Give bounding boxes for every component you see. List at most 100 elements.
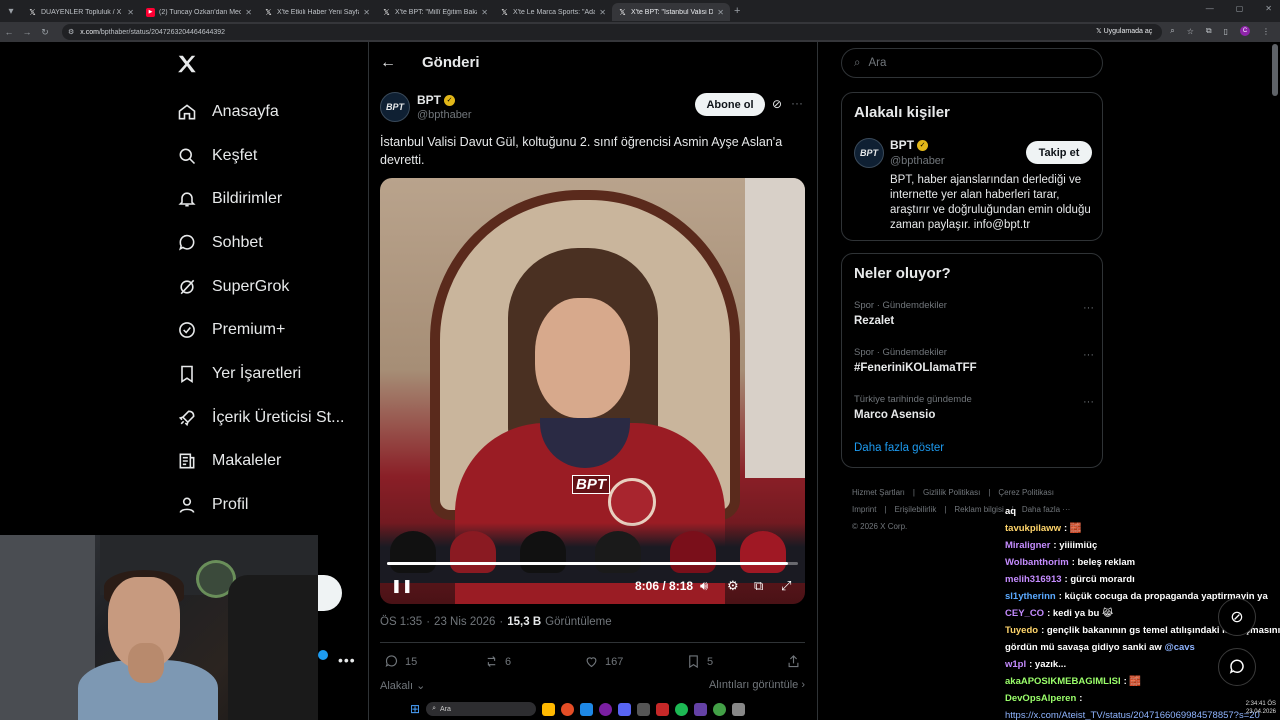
browser-tab[interactable]: 𝕏 X'te Etkili Haber Yeni Sayfa: "Ch ✕ [258, 3, 376, 21]
browser-tab[interactable]: 𝕏 X'te Le Marca Sports: "Adalet B✕ [494, 3, 612, 21]
tab-search-icon[interactable]: ▾ [0, 0, 22, 22]
file-explorer-icon[interactable] [542, 702, 556, 716]
windows-start-icon[interactable]: ⊞ [410, 702, 420, 716]
footer-link[interactable]: Gizlilik Politikası [923, 488, 980, 497]
related-person-name[interactable]: BPT ✓ [890, 138, 928, 152]
browser-tab[interactable]: ▶ (2) Tuncay Özkan'dan Meclis'te✕ [140, 3, 258, 21]
related-person-handle[interactable]: @bpthaber [890, 155, 945, 167]
twitch-icon[interactable] [694, 702, 708, 716]
browser-menu-icon[interactable]: ⋮ [1262, 27, 1270, 36]
grok-fab-icon[interactable]: ⊘ [1218, 598, 1256, 636]
show-more-link[interactable]: Daha fazla göster [854, 442, 944, 454]
nav-item-9[interactable]: Makaleler [176, 440, 366, 484]
nav-item-3[interactable]: Bildirimler [176, 177, 366, 221]
nav-item-7[interactable]: Yer İşaretleri [176, 352, 366, 396]
trend-item[interactable]: Spor · Gündemdekiler Rezalet ··· [854, 300, 1094, 327]
chat-username[interactable]: melih316913 [1005, 574, 1062, 585]
chat-username[interactable]: tavukpilaww [1005, 523, 1061, 534]
nav-item-4[interactable]: Sohbet [176, 221, 366, 265]
tab-close-icon[interactable]: ✕ [363, 8, 370, 17]
minimize-icon[interactable]: — [1206, 4, 1214, 13]
chrome-icon[interactable] [561, 702, 575, 716]
search-input[interactable]: ⌕ Ara [841, 48, 1103, 78]
nav-item-10[interactable]: Profil [176, 483, 366, 527]
chat-username[interactable]: Tuyedo [1005, 625, 1038, 636]
zoom-icon[interactable]: ⌕ [1170, 26, 1174, 36]
taskbar-clock[interactable]: 2:34:41 ÖS 23.04.2026 [1246, 700, 1276, 716]
browser-tab[interactable]: 𝕏 X'te BPT: "İstanbul Valisi Da ✕ [612, 3, 730, 21]
chat-username[interactable]: DevOpsAlperen [1005, 693, 1076, 704]
site-info-icon[interactable]: ⚙ [68, 28, 74, 36]
settings-icon[interactable]: ⚙ [727, 578, 739, 594]
spotify-icon[interactable] [675, 702, 689, 716]
related-person-avatar[interactable]: BPT [854, 138, 884, 168]
trend-item[interactable]: Türkiye tarihinde gündemde Marco Asensio ·… [854, 394, 1094, 421]
tab-close-icon[interactable]: ✕ [599, 8, 606, 17]
app-icon[interactable] [599, 702, 613, 716]
video-progress-bar[interactable] [387, 562, 798, 565]
view-quotes-link[interactable]: Alıntıları görüntüle › [709, 679, 805, 691]
media-icon[interactable] [656, 702, 670, 716]
footer-link[interactable]: Erişilebilirlik [895, 505, 937, 514]
close-window-icon[interactable]: ✕ [1265, 4, 1272, 13]
chat-link[interactable]: https://x.com/Ateist_TV/status/204716606… [1005, 710, 1260, 720]
nav-item-1[interactable]: Anasayfa [176, 90, 366, 134]
reload-icon[interactable]: ↻ [36, 27, 54, 38]
video-player[interactable]: BPT [380, 178, 805, 604]
reply-button[interactable]: 15 [384, 654, 417, 669]
taskbar-search[interactable]: ⌕ Ara [426, 702, 537, 716]
side-panel-icon[interactable]: ▯ [1224, 27, 1228, 36]
share-icon[interactable] [786, 654, 801, 669]
tab-close-icon[interactable]: ✕ [717, 8, 724, 17]
footer-link[interactable]: Imprint [852, 505, 876, 514]
url-input[interactable]: ⚙ x.com/bpthaber/status/2047263204464644… [62, 24, 1162, 40]
chat-username[interactable]: sl1ytherinn [1005, 591, 1056, 602]
obs-icon[interactable] [713, 702, 727, 716]
chat-username[interactable]: w1pl [1005, 659, 1026, 670]
subscribe-button[interactable]: Abone ol [695, 93, 765, 116]
account-menu-icon[interactable]: ••• [338, 652, 356, 668]
maximize-icon[interactable]: ▢ [1236, 4, 1244, 13]
tab-close-icon[interactable]: ✕ [481, 8, 488, 17]
bookmark-button[interactable]: 5 [686, 654, 713, 669]
related-sort-dropdown[interactable]: Alakalı ⌄ [380, 680, 425, 692]
edge-icon[interactable] [580, 702, 594, 716]
trend-item[interactable]: Spor · Gündemdekiler #FeneriniKOLlamaTFF ·… [854, 347, 1094, 374]
open-in-app-button[interactable]: 𝕏 Uygulamada aç [1089, 25, 1159, 37]
follow-button[interactable]: Takip et [1026, 141, 1092, 164]
page-scrollbar[interactable] [1272, 44, 1278, 96]
nav-item-8[interactable]: İçerik Üreticisi St... [176, 396, 366, 440]
messages-fab-icon[interactable] [1218, 648, 1256, 686]
extensions-icon[interactable]: ⧉ [1206, 26, 1212, 36]
chat-username[interactable]: Miraligner [1005, 540, 1050, 551]
grok-icon[interactable]: ⊘ [772, 97, 782, 111]
more-options-icon[interactable]: ··· [791, 96, 803, 110]
steam-icon[interactable] [637, 702, 651, 716]
fullscreen-icon[interactable]: ⤢ [781, 578, 791, 594]
picture-in-picture-icon[interactable]: ⧉ [754, 578, 763, 594]
author-name[interactable]: BPT ✓ [417, 93, 455, 107]
author-avatar[interactable]: BPT [380, 92, 410, 122]
chat-username[interactable]: akaAPOSIKMEBAGIMLISI [1005, 676, 1121, 687]
nav-item-6[interactable]: Premium+ [176, 308, 366, 352]
nav-item-2[interactable]: Keşfet [176, 134, 366, 178]
volume-icon[interactable]: 🔊︎ [700, 578, 708, 594]
profile-avatar[interactable]: C [1240, 26, 1250, 36]
browser-tab[interactable]: 𝕏 DUAYENLER Topluluk / X ✕ [22, 3, 140, 21]
discord-icon[interactable] [618, 702, 632, 716]
tab-close-icon[interactable]: ✕ [127, 8, 134, 17]
post-button[interactable] [318, 575, 342, 611]
like-button[interactable]: 167 [584, 654, 623, 669]
more-options-icon[interactable]: ··· [1083, 349, 1094, 361]
pause-icon[interactable]: ❚❚ [391, 578, 413, 594]
post-time[interactable]: ÖS 1:35 [380, 616, 422, 628]
tab-close-icon[interactable]: ✕ [245, 8, 252, 17]
browser-tab[interactable]: 𝕏 X'te BPT: "Millî Eğitim Bakanı Y ✕ [376, 3, 494, 21]
new-tab-icon[interactable]: + [734, 5, 740, 17]
repost-button[interactable]: 6 [484, 654, 511, 669]
nav-item-5[interactable]: SuperGrok [176, 265, 366, 309]
post-date[interactable]: 23 Nis 2026 [434, 616, 495, 628]
settings-app-icon[interactable] [732, 702, 746, 716]
chat-mention[interactable]: @cavs [1164, 642, 1194, 653]
footer-link[interactable]: Çerez Politikası [998, 488, 1054, 497]
